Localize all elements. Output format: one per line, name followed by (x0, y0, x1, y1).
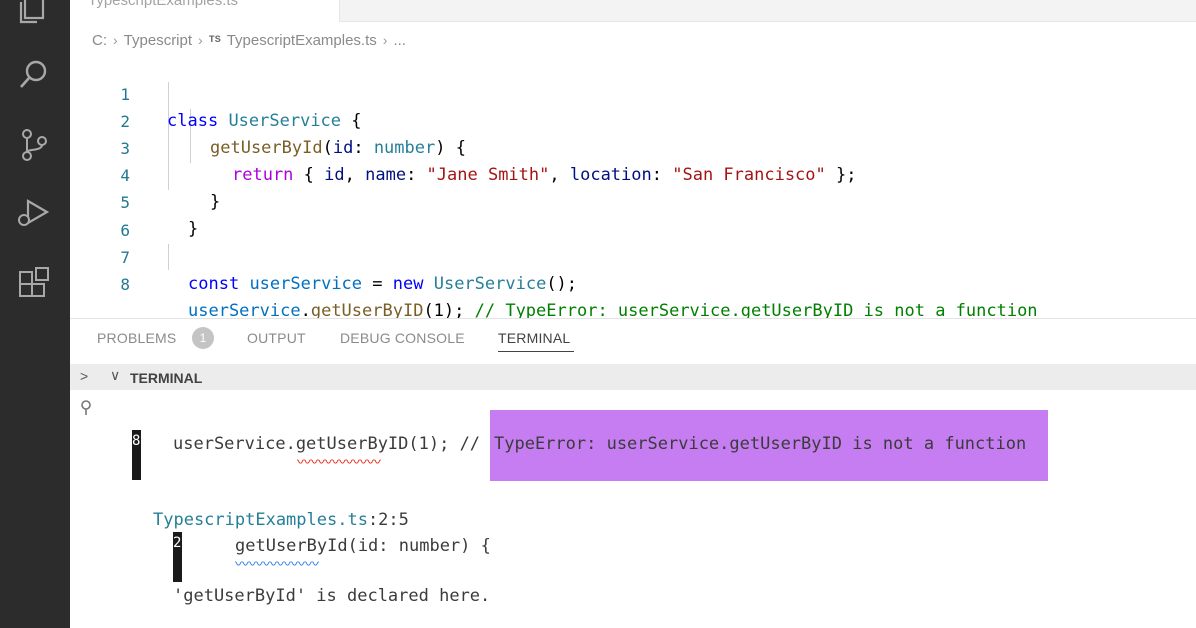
terminal-line-number: 2 (173, 535, 182, 551)
code-line: 8 userService.getUserByID(1); // TypeErr… (70, 244, 1196, 321)
code-line: 4 } (70, 135, 1196, 212)
search-icon[interactable] (14, 55, 54, 95)
extensions-icon[interactable] (14, 264, 54, 304)
run-debug-icon[interactable] (14, 192, 54, 232)
chevron-right-icon[interactable]: > (80, 368, 88, 384)
activity-bar (0, 0, 70, 628)
breadcrumb-more[interactable]: ... (393, 32, 406, 49)
chevron-right-icon: › (198, 32, 203, 48)
typescript-file-icon: TS (208, 34, 221, 46)
terminal-note: 'getUserById' is declared here. (173, 586, 491, 606)
tab-terminal[interactable]: TERMINAL (498, 330, 570, 346)
declaration-squiggle: 〰〰〰〰〰〰 (235, 557, 319, 573)
tab-debug-console[interactable]: DEBUG CONSOLE (340, 330, 465, 346)
code-line: 1 class UserService { (70, 54, 1196, 131)
chevron-right-icon: › (382, 32, 388, 48)
tab-problems[interactable]: PROBLEMS (97, 330, 176, 346)
code-editor[interactable]: 1 class UserService { 2 getUserById(id: … (70, 52, 1196, 321)
chevron-right-icon: › (113, 32, 118, 48)
code-text: const userService = new UserService(); (188, 274, 578, 294)
source-control-icon[interactable] (14, 125, 54, 165)
code-line: 3 return { id, name: "Jane Smith", locat… (70, 108, 1196, 185)
problems-count-badge: 1 (192, 327, 214, 349)
terminal-declaration-code: getUserById(id: number) { (235, 536, 491, 556)
tab-output[interactable]: OUTPUT (247, 330, 306, 346)
terminal-line-number: 8 (132, 433, 141, 449)
breadcrumb-file[interactable]: TypescriptExamples.ts (227, 32, 377, 49)
breadcrumb-root[interactable]: C: (92, 32, 107, 49)
breadcrumb: C: › Typescript › TS TypescriptExamples.… (92, 30, 406, 50)
code-line: 5 } (70, 162, 1196, 239)
editor-tab-label: TypescriptExamples.ts (88, 0, 239, 9)
active-tab-indicator (498, 351, 574, 352)
terminal-error-message: TypeError: userService.getUserByID is no… (494, 434, 1027, 454)
error-squiggle: 〰〰〰〰〰〰 (297, 455, 381, 471)
files-icon[interactable] (14, 0, 54, 28)
editor-tab[interactable]: TypescriptExamples.ts (70, 0, 340, 22)
terminal-header[interactable]: > ∨ TERMINAL (70, 364, 1196, 390)
breadcrumb-folder[interactable]: Typescript (124, 32, 192, 49)
terminal-file-ref[interactable]: TypescriptExamples.ts:2:5 (153, 510, 409, 530)
chevron-down-icon[interactable]: ∨ (110, 367, 120, 384)
code-line: 2 getUserById(id: number) { (70, 81, 1196, 158)
terminal-output[interactable]: 8 userService.getUserByID(1); // TypeErr… (70, 390, 1196, 628)
terminal-error-code: userService.getUserByID(1); // (173, 434, 491, 454)
editor-tab-strip: TypescriptExamples.ts (70, 0, 1196, 22)
panel-tabs: PROBLEMS 1 OUTPUT DEBUG CONSOLE TERMINAL (70, 318, 1196, 358)
pin-icon[interactable] (76, 398, 96, 418)
code-line: 7 const userService = new UserService(); (70, 217, 1196, 294)
line-number: 8 (120, 275, 130, 294)
code-line: 6 (70, 190, 1196, 240)
terminal-header-label: TERMINAL (130, 370, 203, 386)
